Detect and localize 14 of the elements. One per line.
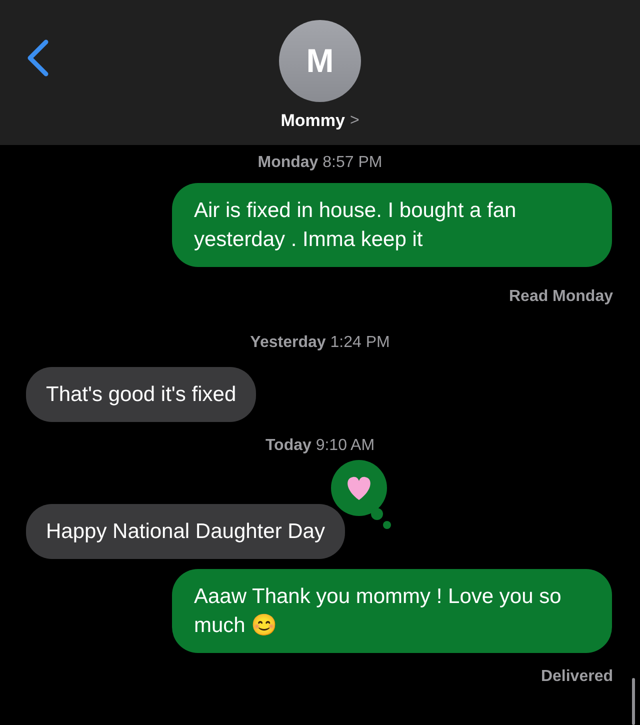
back-icon[interactable] bbox=[26, 39, 50, 77]
receipt-status: Read Monday bbox=[508, 287, 613, 307]
chevron-icon: > bbox=[350, 108, 360, 133]
received-message-bubble: That's good it's fixed bbox=[26, 367, 256, 422]
contact-name[interactable]: Mommy bbox=[280, 108, 345, 134]
heart-reaction-icon bbox=[331, 460, 393, 532]
sent-message-bubble: Aaaw Thank you mommy ! Love you so much 😊 bbox=[172, 569, 612, 653]
scroll-bar bbox=[632, 678, 635, 725]
timestamp: Monday 8:57 PM bbox=[258, 153, 382, 173]
sent-message-bubble: Air is fixed in house. I bought a fan yesterday . Imma keep it bbox=[172, 183, 612, 267]
received-message-bubble: Happy National Daughter Day bbox=[26, 504, 345, 559]
timestamp: Today 9:10 AM bbox=[265, 436, 375, 456]
receipt-status: Delivered bbox=[540, 667, 613, 687]
timestamp: Yesterday 1:24 PM bbox=[250, 333, 390, 353]
